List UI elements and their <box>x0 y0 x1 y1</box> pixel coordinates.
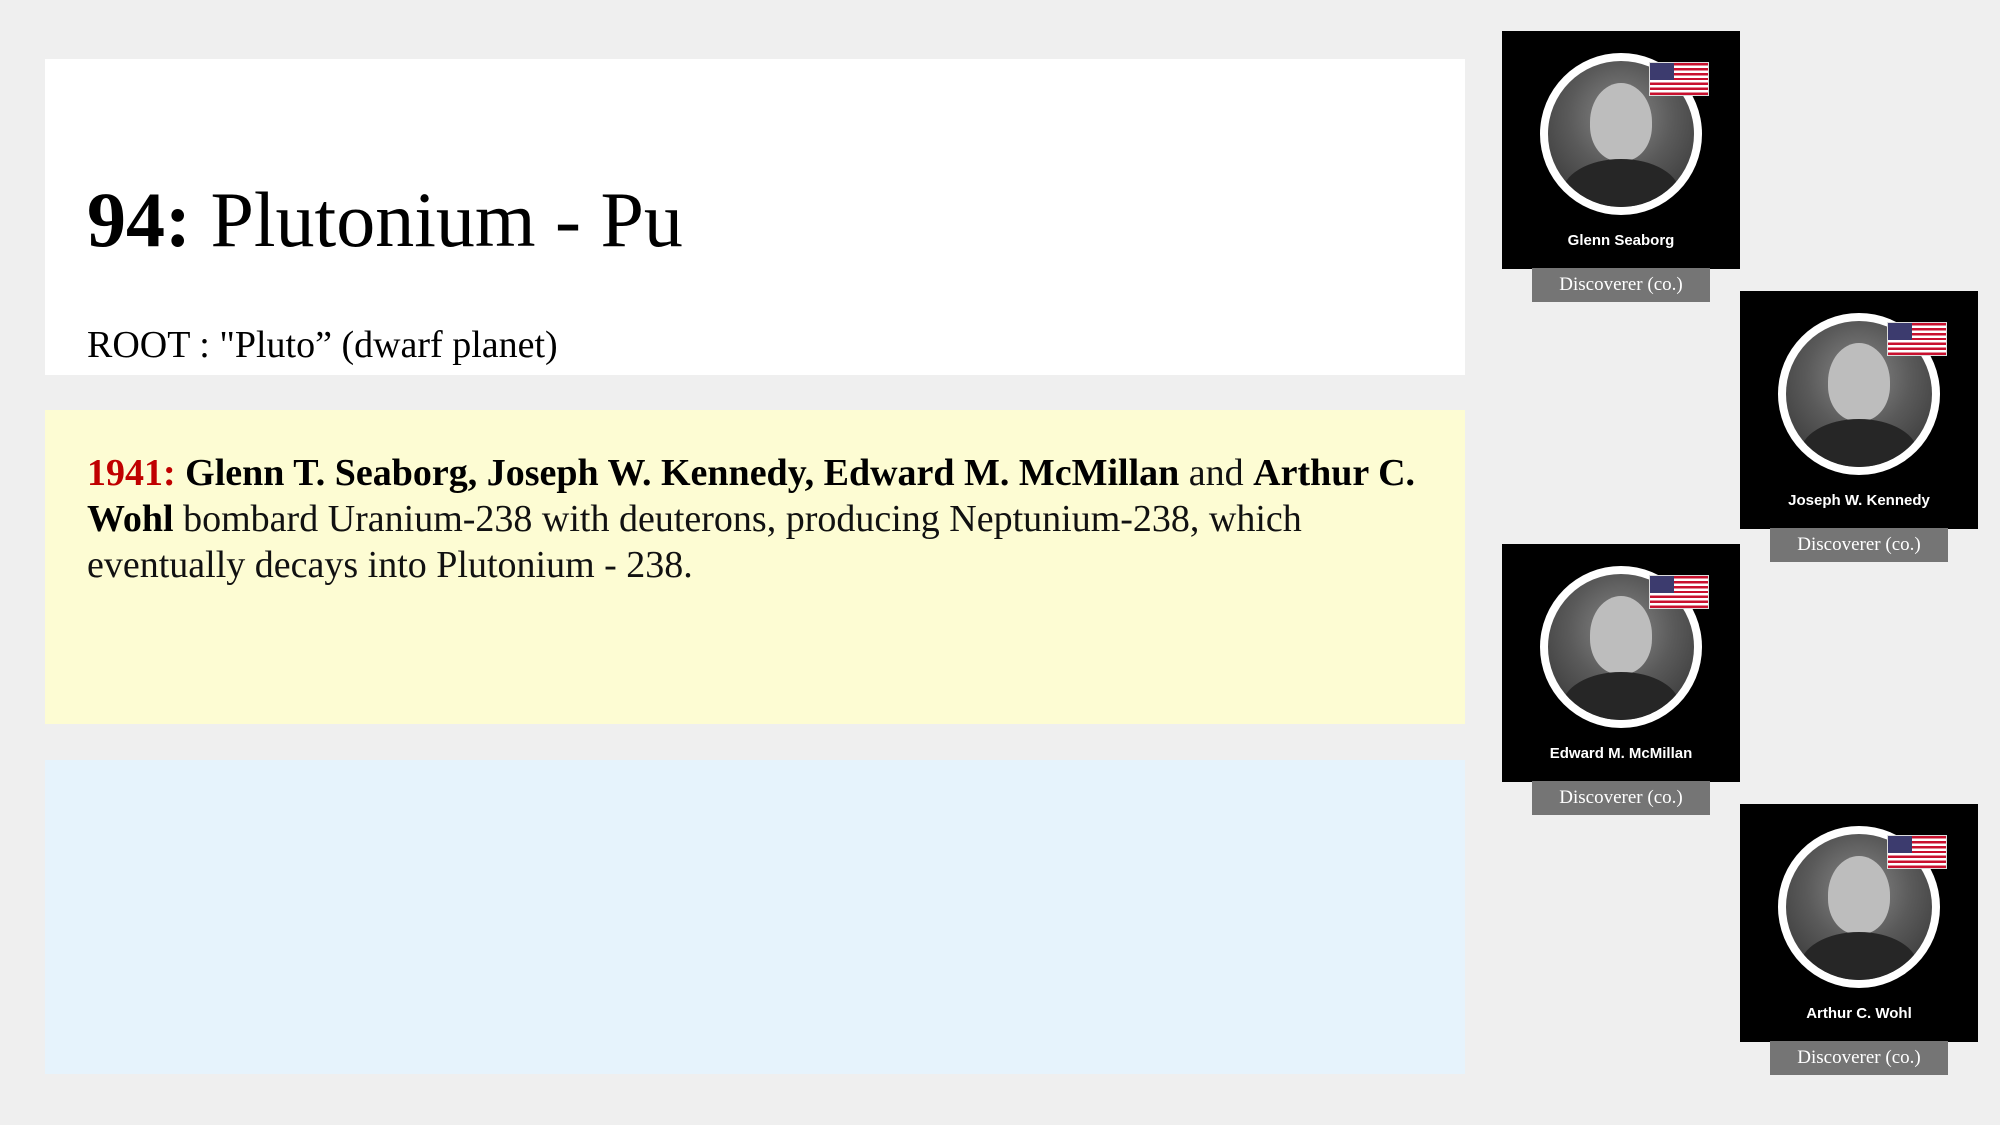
discoverer-name-3: Edward M. McMillan <box>823 452 1180 494</box>
element-name: Plutonium - Pu <box>210 176 683 263</box>
us-flag-icon <box>1888 323 1946 355</box>
etymology-root: ROOT : "Pluto” (dwarf planet) <box>87 324 558 366</box>
discoverer-name-2: Joseph W. Kennedy, <box>486 452 815 494</box>
discoverer-role-badge: Discoverer (co.) <box>1770 528 1948 562</box>
discoverer-card: Arthur C. Wohl <box>1740 804 1978 1042</box>
us-flag-icon <box>1888 836 1946 868</box>
discoverer-card-name: Arthur C. Wohl <box>1806 1005 1912 1022</box>
discovery-year: 1941: <box>87 452 176 494</box>
element-title-panel: 94: Plutonium - Pu ROOT : "Pluto” (dwarf… <box>45 59 1465 375</box>
connector-word: and <box>1188 452 1244 494</box>
discoverer-name-1: Glenn T. Seaborg, <box>185 452 478 494</box>
discovery-history-panel: 1941: Glenn T. Seaborg, Joseph W. Kenned… <box>45 410 1465 724</box>
discoverer-card-name: Edward M. McMillan <box>1549 745 1693 762</box>
discovery-history-text: 1941: Glenn T. Seaborg, Joseph W. Kenned… <box>87 450 1423 588</box>
discoverer-card-name: Glenn Seaborg <box>1567 232 1675 249</box>
empty-info-panel <box>45 760 1465 1074</box>
us-flag-icon <box>1650 576 1708 608</box>
discoverer-card: Joseph W. Kennedy <box>1740 291 1978 529</box>
discoverer-card-name: Joseph W. Kennedy <box>1788 492 1930 509</box>
discoverer-role-badge: Discoverer (co.) <box>1532 781 1710 815</box>
element-number: 94: <box>87 176 191 263</box>
discoverer-card: Glenn Seaborg <box>1502 31 1740 269</box>
element-title: 94: Plutonium - Pu <box>87 181 1423 259</box>
discoverer-role-badge: Discoverer (co.) <box>1770 1041 1948 1075</box>
discoverer-card: Edward M. McMillan <box>1502 544 1740 782</box>
us-flag-icon <box>1650 63 1708 95</box>
discoverer-role-badge: Discoverer (co.) <box>1532 268 1710 302</box>
discovery-description: bombard Uranium-238 with deuterons, prod… <box>87 498 1302 586</box>
